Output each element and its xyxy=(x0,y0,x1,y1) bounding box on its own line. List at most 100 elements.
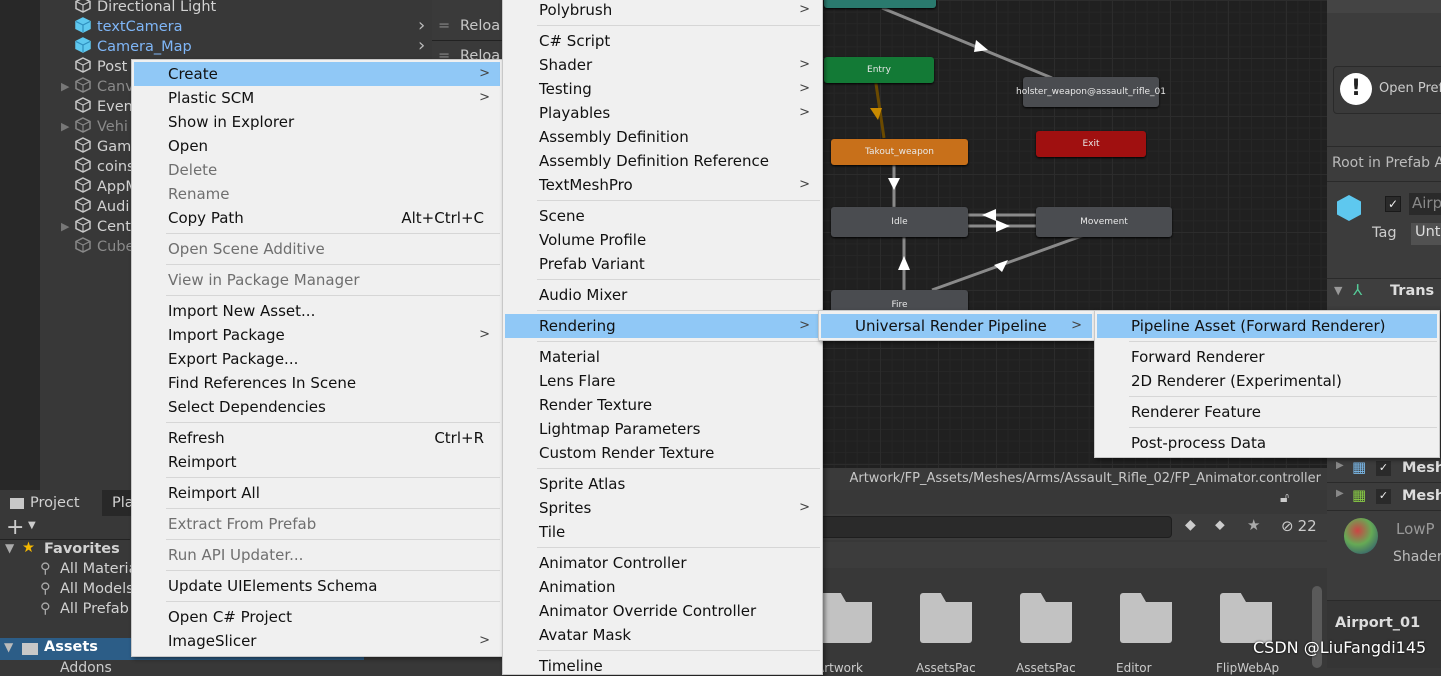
checkbox[interactable]: ✓ xyxy=(1376,461,1391,476)
menu-item-polybrush[interactable]: Polybrush > xyxy=(505,0,820,22)
name-field[interactable]: Airp xyxy=(1409,193,1441,215)
menu-item-universal-render-pipeline[interactable]: Universal Render Pipeline > xyxy=(821,314,1092,338)
menu-item-volume-profile[interactable]: Volume Profile xyxy=(505,228,820,252)
menu-item-render-texture[interactable]: Render Texture xyxy=(505,393,820,417)
folder-item[interactable]: AssetsPac xyxy=(916,593,980,675)
chevron-down-icon[interactable]: ▼ xyxy=(28,520,36,531)
menu-item-sprites[interactable]: Sprites > xyxy=(505,496,820,520)
menu-item-refresh[interactable]: Refresh Ctrl+R xyxy=(134,426,500,450)
favorites-label[interactable]: Favorites xyxy=(44,541,120,557)
favorite-item[interactable]: All Materia xyxy=(60,561,137,577)
hierarchy-item[interactable]: textCamera xyxy=(75,17,183,37)
add-icon[interactable]: + xyxy=(6,515,24,540)
lock-icon[interactable]: 🔓︎ xyxy=(1280,490,1289,506)
addons-folder[interactable]: Addons xyxy=(60,660,112,676)
menu-item-import-new-asset[interactable]: Import New Asset... xyxy=(134,299,500,323)
open-prefab-box[interactable]: ! Open Pref xyxy=(1333,66,1441,114)
chevron-right-icon[interactable]: › xyxy=(418,15,425,36)
folder-item[interactable]: Editor xyxy=(1116,593,1180,675)
menu-item-forward-renderer[interactable]: Forward Renderer xyxy=(1097,345,1437,369)
menu-item-testing[interactable]: Testing > xyxy=(505,77,820,101)
menu-item-assembly-definition[interactable]: Assembly Definition xyxy=(505,125,820,149)
menu-item-show-in-explorer[interactable]: Show in Explorer xyxy=(134,110,500,134)
active-checkbox[interactable]: ✓ xyxy=(1385,196,1401,212)
menu-item-select-dependencies[interactable]: Select Dependencies xyxy=(134,395,500,419)
hierarchy-item[interactable]: Post xyxy=(75,57,127,77)
menu-item-open[interactable]: Open xyxy=(134,134,500,158)
menu-item-copy-path[interactable]: Copy Path Alt+Ctrl+C xyxy=(134,206,500,230)
menu-item-lightmap-parameters[interactable]: Lightmap Parameters xyxy=(505,417,820,441)
favorite-item[interactable]: All Prefab xyxy=(60,601,129,617)
hierarchy-item[interactable]: Camera_Map xyxy=(75,37,192,57)
menu-item-textmeshpro[interactable]: TextMeshPro > xyxy=(505,173,820,197)
menu-item-lens-flare[interactable]: Lens Flare xyxy=(505,369,820,393)
transform-header[interactable]: ▼ ⅄ Trans xyxy=(1327,278,1441,306)
menu-item-import-package[interactable]: Import Package > xyxy=(134,323,500,347)
menu-item-material[interactable]: Material xyxy=(505,345,820,369)
tab-package[interactable]: Pla xyxy=(102,490,134,516)
drag-handle-icon[interactable]: = xyxy=(438,18,450,34)
menu-item-update-uielements-schema[interactable]: Update UIElements Schema xyxy=(134,574,500,598)
hidden-toggle[interactable]: ⊘ 22 xyxy=(1281,517,1317,535)
hierarchy-item[interactable]: Directional Light xyxy=(75,0,216,17)
menu-item-prefab-variant[interactable]: Prefab Variant xyxy=(505,252,820,276)
mesh-renderer-header[interactable]: ▶ ▦ ✓ Mesh xyxy=(1327,483,1441,511)
hierarchy-item[interactable]: Even xyxy=(75,97,133,117)
menu-item-imageslicer[interactable]: ImageSlicer > xyxy=(134,629,500,653)
expand-arrow-icon[interactable]: ▶ xyxy=(61,120,69,133)
menu-item-animation[interactable]: Animation xyxy=(505,575,820,599)
menu-item-timeline[interactable]: Timeline xyxy=(505,654,820,674)
star-icon[interactable]: ★ xyxy=(1247,516,1260,534)
menu-item-export-package[interactable]: Export Package... xyxy=(134,347,500,371)
hierarchy-item[interactable]: Gam xyxy=(75,137,131,157)
checkbox[interactable]: ✓ xyxy=(1376,489,1391,504)
menu-item-animator-controller[interactable]: Animator Controller xyxy=(505,551,820,575)
menu-item-playables[interactable]: Playables > xyxy=(505,101,820,125)
menu-item-c-script[interactable]: C# Script xyxy=(505,29,820,53)
label-icon[interactable]: ⬥ xyxy=(1215,517,1225,533)
menu-item-scene[interactable]: Scene xyxy=(505,204,820,228)
expand-arrow-icon[interactable]: ▶ xyxy=(61,80,69,93)
menu-item-tile[interactable]: Tile xyxy=(505,520,820,544)
menu-item-reimport[interactable]: Reimport xyxy=(134,450,500,474)
menu-item-shader[interactable]: Shader > xyxy=(505,53,820,77)
menu-item-reimport-all[interactable]: Reimport All xyxy=(134,481,500,505)
menu-item-2d-renderer-experimental[interactable]: 2D Renderer (Experimental) xyxy=(1097,369,1437,393)
hierarchy-item[interactable]: Vehi xyxy=(75,117,128,137)
menu-item-create[interactable]: Create > xyxy=(134,62,500,86)
hierarchy-item[interactable]: coins xyxy=(75,157,135,177)
menu-item-open-c-project[interactable]: Open C# Project xyxy=(134,605,500,629)
state-node[interactable]: Any State xyxy=(824,0,936,8)
state-node[interactable]: Idle xyxy=(831,207,968,237)
menu-item-renderer-feature[interactable]: Renderer Feature xyxy=(1097,400,1437,424)
hierarchy-item[interactable]: Cube xyxy=(75,237,134,257)
menu-item-rendering[interactable]: Rendering > xyxy=(505,314,820,338)
menu-item-assembly-definition-reference[interactable]: Assembly Definition Reference xyxy=(505,149,820,173)
menu-item-sprite-atlas[interactable]: Sprite Atlas xyxy=(505,472,820,496)
menu-item-audio-mixer[interactable]: Audio Mixer xyxy=(505,283,820,307)
favorite-item[interactable]: All Models xyxy=(60,581,134,597)
state-node[interactable]: Entry xyxy=(824,57,934,83)
menu-item-avatar-mask[interactable]: Avatar Mask xyxy=(505,623,820,647)
state-node[interactable]: Exit xyxy=(1036,131,1146,157)
hierarchy-item[interactable]: Canv xyxy=(75,77,134,97)
folder-item[interactable]: Artwork xyxy=(816,593,880,675)
tab-project[interactable]: Project xyxy=(0,490,102,516)
menu-item-post-process-data[interactable]: Post-process Data xyxy=(1097,431,1437,455)
hierarchy-item[interactable]: Audi xyxy=(75,197,129,217)
hierarchy-item[interactable]: Cent xyxy=(75,217,131,237)
menu-item-plastic-scm[interactable]: Plastic SCM > xyxy=(134,86,500,110)
state-node[interactable]: Takout_weapon xyxy=(831,139,968,165)
layer-row[interactable]: = Reloa xyxy=(432,11,502,41)
folder-item[interactable]: AssetsPac xyxy=(1016,593,1080,675)
tag-dropdown[interactable]: Unt xyxy=(1411,223,1441,245)
menu-item-custom-render-texture[interactable]: Custom Render Texture xyxy=(505,441,820,465)
hierarchy-item[interactable]: AppM xyxy=(75,177,138,197)
state-node[interactable]: holster_weapon@assault_rifle_01 xyxy=(1016,77,1166,107)
state-node[interactable]: Movement xyxy=(1036,207,1172,237)
menu-item-animator-override-controller[interactable]: Animator Override Controller xyxy=(505,599,820,623)
menu-item-pipeline-asset-forward-renderer[interactable]: Pipeline Asset (Forward Renderer) xyxy=(1097,314,1437,338)
menu-item-find-references-in-scene[interactable]: Find References In Scene xyxy=(134,371,500,395)
filter-type-icon[interactable]: ◆ xyxy=(1185,517,1196,533)
expand-arrow-icon[interactable]: ▶ xyxy=(61,220,69,233)
